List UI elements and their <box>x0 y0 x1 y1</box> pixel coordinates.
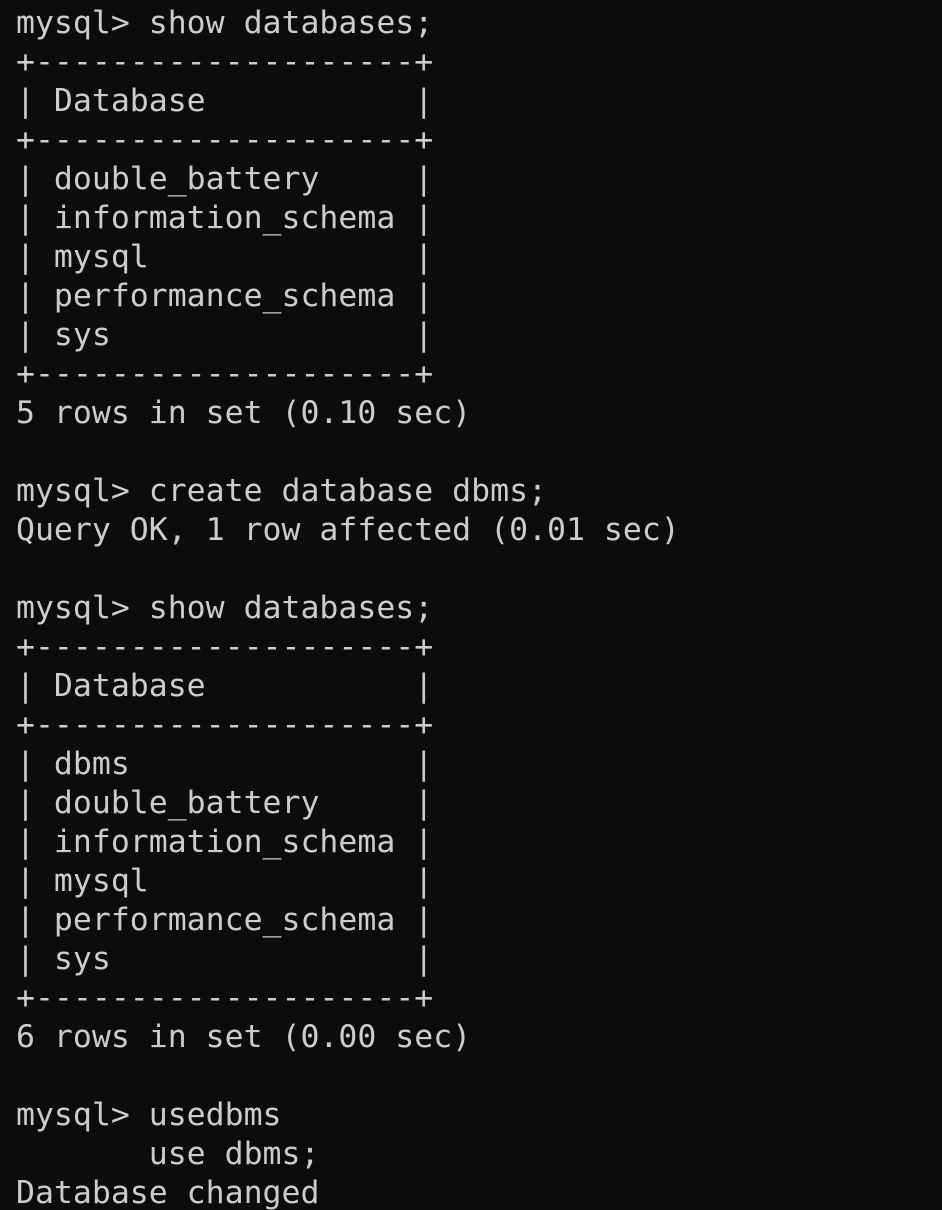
table-row: | information_schema | <box>16 200 434 236</box>
prompt-command-line: mysql> show databases; <box>16 590 434 626</box>
table-row: | sys | <box>16 317 434 353</box>
command-continuation-line: use dbms; <box>16 1136 320 1172</box>
table-row: | performance_schema | <box>16 902 434 938</box>
prompt-command-line: mysql> show databases; <box>16 5 434 41</box>
table-row: | double_battery | <box>16 161 434 197</box>
table-header: | Database | <box>16 668 434 704</box>
table-border: +--------------------+ <box>16 356 434 392</box>
table-row: | dbms | <box>16 746 434 782</box>
result-summary: 5 rows in set (0.10 sec) <box>16 395 472 431</box>
prompt-command-line: mysql> usedbms <box>16 1097 282 1133</box>
table-header: | Database | <box>16 83 434 119</box>
table-border: +--------------------+ <box>16 629 434 665</box>
table-row: | double_battery | <box>16 785 434 821</box>
prompt-command-line: mysql> create database dbms; <box>16 473 548 509</box>
table-row: | mysql | <box>16 863 434 899</box>
result-summary: 6 rows in set (0.00 sec) <box>16 1019 472 1055</box>
table-row: | performance_schema | <box>16 278 434 314</box>
table-border: +--------------------+ <box>16 707 434 743</box>
result-summary: Query OK, 1 row affected (0.01 sec) <box>16 512 680 548</box>
table-row: | mysql | <box>16 239 434 275</box>
table-border: +--------------------+ <box>16 44 434 80</box>
terminal-window[interactable]: mysql> show databases; +----------------… <box>0 0 942 1210</box>
table-border: +--------------------+ <box>16 122 434 158</box>
result-summary: Database changed <box>16 1175 320 1210</box>
table-row: | sys | <box>16 941 434 977</box>
table-border: +--------------------+ <box>16 980 434 1016</box>
table-row: | information_schema | <box>16 824 434 860</box>
